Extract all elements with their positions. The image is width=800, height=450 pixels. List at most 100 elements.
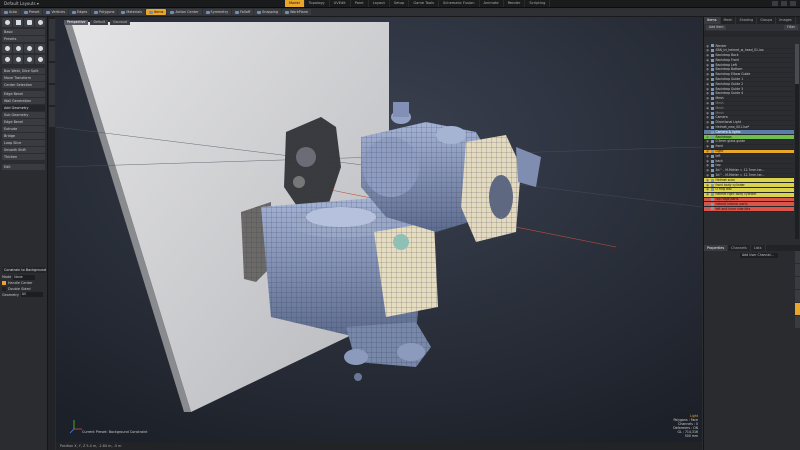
sphere-tool-icon[interactable] xyxy=(2,18,12,27)
symmetry-button[interactable]: Symmetry xyxy=(202,9,232,15)
falloff-button[interactable]: Falloff xyxy=(232,9,254,15)
item-type-icon xyxy=(711,188,714,192)
preset-button[interactable]: Preset xyxy=(20,9,43,15)
maximize-icon[interactable] xyxy=(781,1,787,6)
thicken-button[interactable]: Thicken xyxy=(2,154,45,160)
item-type-icon xyxy=(711,77,714,81)
tab-setup[interactable]: Setup xyxy=(390,0,410,7)
tab-paint[interactable]: Paint xyxy=(351,0,369,7)
item-type-icon xyxy=(711,125,714,129)
3d-viewport[interactable]: Perspective Default Gouraud Current Preset… xyxy=(56,17,702,442)
transform-tool-icon[interactable] xyxy=(35,44,45,53)
edit-dropdown[interactable]: Edit xyxy=(2,164,45,170)
basic-button[interactable]: Basic xyxy=(2,29,45,35)
tab-model[interactable]: Model xyxy=(285,0,305,7)
cylinder-tool-icon[interactable] xyxy=(24,18,34,27)
tab-groups[interactable]: Groups xyxy=(757,17,777,24)
edges-label: Edges xyxy=(76,10,88,14)
auto-button[interactable]: Auto xyxy=(1,9,20,15)
cone-tool-icon[interactable] xyxy=(35,18,45,27)
center-selection-button[interactable]: Center Selection xyxy=(2,82,45,88)
viewport-tab-gouraud[interactable]: Gouraud xyxy=(110,20,130,25)
vertical-tab-4[interactable] xyxy=(48,85,55,105)
workplane-label: WorkPlane xyxy=(290,10,308,14)
vertices-button[interactable]: Vertices xyxy=(43,9,68,15)
window-controls xyxy=(772,1,796,6)
tab-render[interactable]: Render xyxy=(504,0,526,7)
wall-generation-button[interactable]: Wall Generation xyxy=(2,98,45,104)
mode-toolbar: Auto Preset Vertices Edges Polygons Materials… xyxy=(0,8,800,17)
geometry-field[interactable]: All xyxy=(20,292,43,297)
mode-field[interactable]: None xyxy=(13,274,36,280)
tab-schematic-fusion[interactable]: Schematic Fusion xyxy=(439,0,480,7)
tab-mesh[interactable]: Mesh xyxy=(721,17,737,24)
side-tab-active[interactable] xyxy=(795,303,800,315)
box-weld-slice-split-button[interactable]: Box Weld, Slice Split xyxy=(2,68,45,74)
tab-uvedit[interactable]: UVEdit xyxy=(330,0,351,7)
tab-channels[interactable]: Channels xyxy=(728,245,751,251)
item-type-icon xyxy=(711,73,714,77)
vertical-tab-1[interactable] xyxy=(48,19,55,39)
handle-center-checkbox[interactable] xyxy=(2,281,6,285)
snapping-button[interactable]: Snapping xyxy=(254,9,282,15)
vertical-tab-2[interactable] xyxy=(48,41,55,61)
item-list-header xyxy=(704,31,800,37)
vertical-tab-5[interactable] xyxy=(48,107,55,127)
edge-bevel-button[interactable]: Edge Bevel xyxy=(2,91,45,97)
visibility-eye-icon[interactable]: ● xyxy=(704,207,711,212)
side-tab[interactable] xyxy=(795,251,800,263)
knife-tool-icon[interactable] xyxy=(24,55,34,64)
action-center-button[interactable]: Action Center xyxy=(167,9,202,15)
close-icon[interactable] xyxy=(790,1,796,6)
tab-game-tools[interactable]: Game Tools xyxy=(409,0,440,7)
add-item-button[interactable]: Add Item xyxy=(706,25,727,30)
layout-selector[interactable]: Default Layouts ▾ xyxy=(0,1,180,6)
minimize-icon[interactable] xyxy=(772,1,778,6)
edge-bevel-button[interactable]: Edge Bevel xyxy=(2,119,45,125)
double-sided-checkbox[interactable] xyxy=(2,286,6,291)
presets-button[interactable]: Presets xyxy=(2,36,45,42)
extrude-button[interactable]: Extrude xyxy=(2,126,45,132)
item-type-icon xyxy=(711,111,714,115)
polygons-button[interactable]: Polygons xyxy=(91,9,118,15)
lasso-tool-icon[interactable] xyxy=(35,55,45,64)
edges-button[interactable]: Edges xyxy=(68,9,91,15)
tab-layout[interactable]: Layout xyxy=(369,0,390,7)
side-tab[interactable] xyxy=(795,277,800,289)
item-list-scrollbar[interactable] xyxy=(795,44,799,239)
item-type-icon xyxy=(711,173,714,177)
bridge-button[interactable]: Bridge xyxy=(2,133,45,139)
add-user-channel-field[interactable]: Add User Channel... xyxy=(740,253,778,258)
items-button[interactable]: Items xyxy=(145,9,167,15)
tab-animate[interactable]: Animate xyxy=(480,0,504,7)
list-item[interactable]: ● left and inner side bits xyxy=(704,207,794,212)
side-tab[interactable] xyxy=(795,264,800,276)
materials-button[interactable]: Materials xyxy=(118,9,145,15)
smooth-shift-button[interactable]: Smooth Shift xyxy=(2,147,45,153)
scale-tool-icon[interactable] xyxy=(24,44,34,53)
vertical-tab-3[interactable] xyxy=(48,63,55,83)
tab-scripting[interactable]: Scripting xyxy=(525,0,551,7)
workplane-button[interactable]: WorkPlane xyxy=(282,9,311,15)
sub-geometry-button[interactable]: Sub Geometry xyxy=(2,112,45,118)
filter-button[interactable]: Filter xyxy=(784,25,798,30)
move-transform-button[interactable]: Move Transform xyxy=(2,75,45,81)
cube-tool-icon[interactable] xyxy=(13,18,23,27)
side-tab[interactable] xyxy=(795,316,800,328)
viewport-tab-default[interactable]: Default xyxy=(90,20,109,25)
tab-items[interactable]: Items xyxy=(704,17,721,24)
item-type-icon xyxy=(711,164,714,168)
move-tool-icon[interactable] xyxy=(2,44,12,53)
loop-slice-button[interactable]: Loop Slice xyxy=(2,140,45,146)
tab-images[interactable]: Images xyxy=(776,17,796,24)
tab-lists[interactable]: Lists xyxy=(751,245,766,251)
tab-topology[interactable]: Topology xyxy=(305,0,330,7)
side-tab[interactable] xyxy=(795,290,800,302)
pen-tool-icon[interactable] xyxy=(2,55,12,64)
viewport-tab-perspective[interactable]: Perspective xyxy=(64,20,89,25)
tab-shading[interactable]: Shading xyxy=(736,17,758,24)
curve-tool-icon[interactable] xyxy=(13,55,23,64)
vertices-icon xyxy=(46,10,51,14)
rotate-tool-icon[interactable] xyxy=(13,44,23,53)
tab-properties[interactable]: Properties xyxy=(704,245,729,251)
